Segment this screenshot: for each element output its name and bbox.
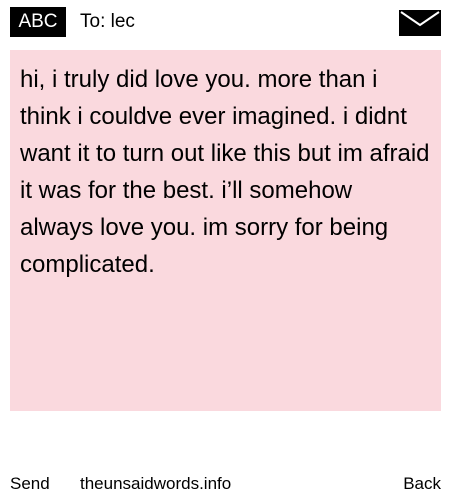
message-text: hi, i truly did love you. more than i th… — [20, 66, 430, 278]
send-button[interactable]: Send — [10, 470, 50, 498]
envelope-icon — [399, 10, 441, 36]
message-body-area[interactable]: hi, i truly did love you. more than i th… — [10, 50, 441, 411]
input-mode-indicator[interactable]: ABC — [10, 7, 66, 37]
back-button[interactable]: Back — [403, 470, 441, 498]
header-bar: ABC To: lec — [0, 0, 450, 46]
footer-softkeys: Send theunsaidwords.info Back — [0, 470, 450, 498]
site-label: theunsaidwords.info — [80, 474, 232, 493]
recipient-field[interactable]: To: lec — [80, 7, 135, 37]
message-compose-screen: ABC To: lec hi, i truly did love you. mo… — [0, 0, 450, 500]
